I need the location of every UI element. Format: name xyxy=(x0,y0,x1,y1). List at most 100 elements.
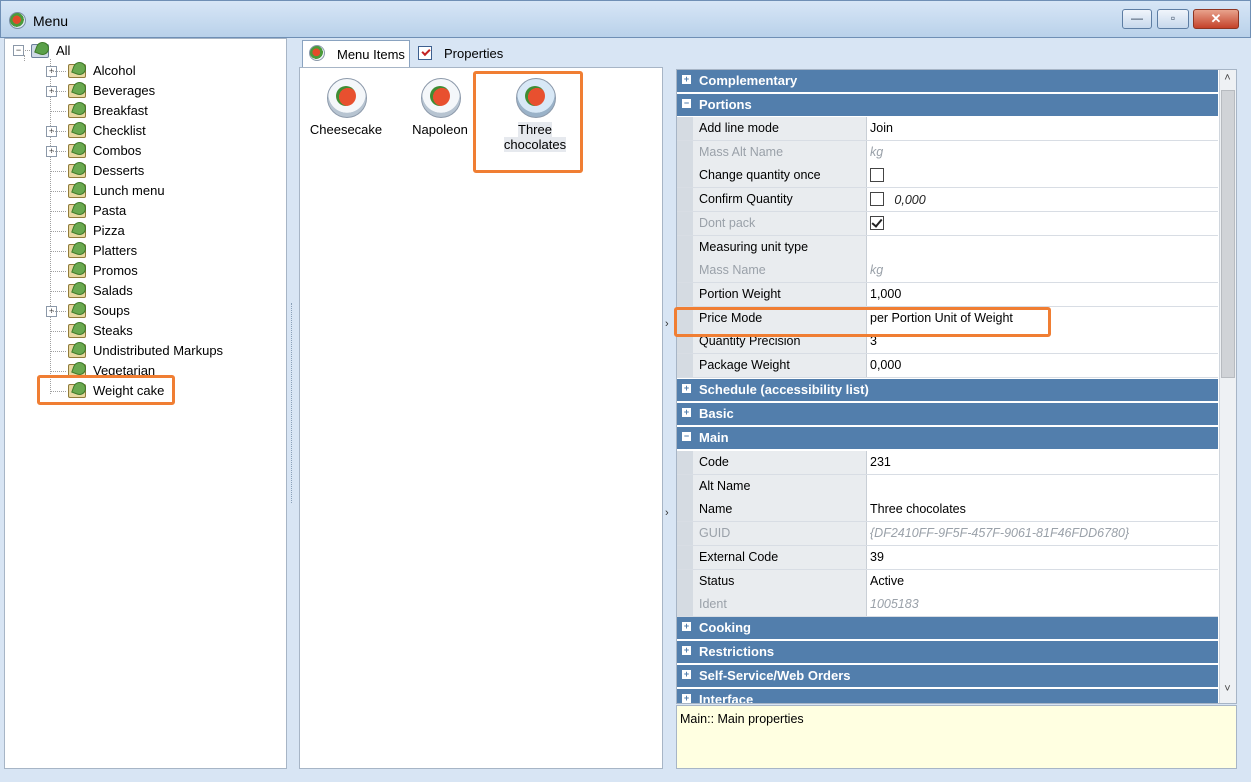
expand-arrow-icon[interactable]: › xyxy=(665,318,669,330)
scrollbar-thumb[interactable] xyxy=(1221,90,1235,378)
property-name: Add line mode xyxy=(693,117,867,140)
scroll-down-icon[interactable]: ˅ xyxy=(1219,683,1236,699)
tree-line xyxy=(51,351,66,352)
minimize-button[interactable]: — xyxy=(1122,9,1152,29)
tree-item-label: Pizza xyxy=(93,223,125,238)
category-interface[interactable]: + Interface xyxy=(677,689,1218,703)
tab-properties[interactable]: Properties xyxy=(413,43,509,67)
window-title: Menu xyxy=(33,13,69,29)
property-row-package-weight[interactable]: Package Weight 0,000 xyxy=(677,354,1218,378)
tree-line xyxy=(24,55,25,61)
checkbox[interactable] xyxy=(870,192,884,207)
property-row-change-quantity-once[interactable]: Change quantity once xyxy=(677,164,1218,189)
property-value[interactable]: {DF2410FF-9F5F-457F-9061-81F46FDD6780} xyxy=(870,526,1129,540)
tree-line xyxy=(51,231,66,232)
category-cooking[interactable]: + Cooking xyxy=(677,617,1218,640)
tree-item-label: All xyxy=(56,43,71,58)
category-portions[interactable]: − Portions xyxy=(677,94,1218,117)
tree-line xyxy=(51,151,66,152)
row-gutter xyxy=(677,282,693,306)
checkbox[interactable] xyxy=(870,168,884,183)
checkbox[interactable] xyxy=(870,215,884,230)
property-grid[interactable]: + Complementary − Portions Add line mode Jo… xyxy=(676,69,1237,704)
property-value[interactable]: Active xyxy=(870,574,904,588)
dish-icon xyxy=(421,78,461,118)
property-row-code[interactable]: Code 231 xyxy=(677,451,1218,475)
property-value[interactable]: 39 xyxy=(870,550,884,564)
tree-line xyxy=(51,331,66,332)
category-main[interactable]: − Main xyxy=(677,427,1218,450)
property-row-ident[interactable]: Ident 1005183 xyxy=(677,593,1218,618)
highlight-box xyxy=(674,307,1051,337)
expand-arrow-icon[interactable]: › xyxy=(665,507,669,519)
property-name: Code xyxy=(693,451,867,474)
minimize-icon: — xyxy=(1131,11,1143,25)
highlight-box xyxy=(473,71,583,173)
property-value[interactable]: kg xyxy=(870,145,883,159)
tree-item-label: Undistributed Markups xyxy=(93,343,224,358)
maximize-icon: ▫ xyxy=(1170,11,1176,25)
row-gutter xyxy=(677,354,693,377)
property-value[interactable]: 0,000 xyxy=(870,192,926,207)
property-value[interactable] xyxy=(870,215,884,231)
menu-item-label: Cheesecake xyxy=(309,122,383,137)
tree-item-label: Beverages xyxy=(93,83,156,98)
property-name: Name xyxy=(693,498,867,522)
property-name: External Code xyxy=(693,545,867,569)
description-panel: Main:: Main properties xyxy=(676,705,1237,769)
tree-line xyxy=(51,191,66,192)
property-value[interactable]: 1005183 xyxy=(870,597,919,611)
property-row-add-line-mode[interactable]: Add line mode Join xyxy=(677,117,1218,141)
property-row-confirm-quantity[interactable]: Confirm Quantity 0,000 xyxy=(677,188,1218,213)
property-value[interactable]: 231 xyxy=(870,455,891,469)
property-row-portion-weight[interactable]: Portion Weight 1,000 xyxy=(677,282,1218,307)
tree-line xyxy=(51,311,66,312)
property-name: Package Weight xyxy=(693,354,867,377)
menu-item-cheesecake[interactable]: Cheesecake xyxy=(302,72,390,142)
splitter-handle[interactable] xyxy=(287,293,297,513)
tab-label: Properties xyxy=(444,46,504,61)
tree-item-label: Promos xyxy=(93,263,138,278)
properties-icon xyxy=(418,46,432,60)
category-basic[interactable]: + Basic xyxy=(677,403,1218,426)
property-row-mass-alt-name[interactable]: Mass Alt Name kg xyxy=(677,140,1218,165)
property-row-name[interactable]: Name Three chocolates xyxy=(677,498,1218,523)
category-schedule[interactable]: + Schedule (accessibility list) xyxy=(677,379,1218,402)
tree-item-label: Steaks xyxy=(93,323,133,338)
row-gutter xyxy=(677,451,693,474)
property-row-measuring-unit-type[interactable]: Measuring unit type xyxy=(677,235,1218,260)
tree-item-label: Soups xyxy=(93,303,130,318)
tree-line xyxy=(51,111,66,112)
property-name: Ident xyxy=(693,593,867,617)
property-row-guid[interactable]: GUID {DF2410FF-9F5F-457F-9061-81F46FDD678… xyxy=(677,522,1218,547)
property-value[interactable] xyxy=(870,168,884,183)
tree-line xyxy=(51,91,66,92)
property-row-alt-name[interactable]: Alt Name xyxy=(677,474,1218,499)
property-value[interactable]: kg xyxy=(870,263,883,277)
property-row-status[interactable]: Status Active xyxy=(677,569,1218,594)
scroll-up-icon[interactable]: ˄ xyxy=(1219,72,1236,88)
category-complementary[interactable]: + Complementary xyxy=(677,70,1218,93)
menu-item-label: Napoleon xyxy=(412,122,468,137)
property-row-external-code[interactable]: External Code 39 xyxy=(677,545,1218,570)
tab-menu-items[interactable]: Menu Items xyxy=(302,40,410,67)
property-value[interactable]: 0,000 xyxy=(870,358,901,372)
property-value[interactable]: Three chocolates xyxy=(870,502,966,516)
tree-item-label: Alcohol xyxy=(93,63,136,78)
property-value[interactable]: 1,000 xyxy=(870,287,901,301)
category-self-service[interactable]: + Self-Service/Web Orders xyxy=(677,665,1218,688)
tree-item-label: Desserts xyxy=(93,163,145,178)
tree-item-label: Pasta xyxy=(93,203,127,218)
tree-item-label: Checklist xyxy=(93,123,146,138)
tree-line xyxy=(51,251,66,252)
maximize-button[interactable]: ▫ xyxy=(1157,9,1189,29)
title-bar: Menu — ▫ ✕ xyxy=(0,0,1251,38)
category-restrictions[interactable]: + Restrictions xyxy=(677,641,1218,664)
property-row-mass-name[interactable]: Mass Name kg xyxy=(677,259,1218,284)
close-button[interactable]: ✕ xyxy=(1193,9,1239,29)
property-row-dont-pack[interactable]: Dont pack xyxy=(677,211,1218,236)
row-gutter xyxy=(677,474,693,498)
menu-item-napoleon[interactable]: Napoleon xyxy=(396,72,484,142)
property-name: Mass Alt Name xyxy=(693,140,867,164)
property-value[interactable]: Join xyxy=(870,121,893,135)
